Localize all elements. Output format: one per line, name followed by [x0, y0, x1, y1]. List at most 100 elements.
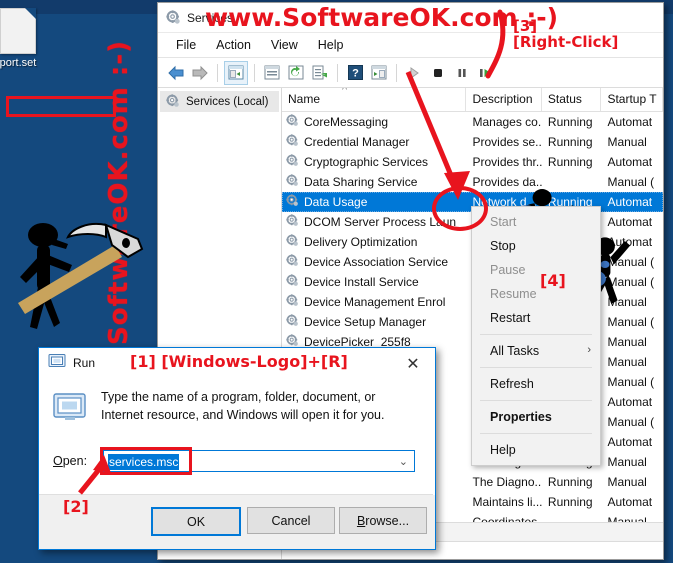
export-list-icon[interactable]	[309, 62, 331, 84]
service-name-label: CoreMessaging	[304, 115, 389, 129]
ok-button[interactable]: OK	[151, 507, 241, 536]
column-header-description[interactable]: Description	[466, 88, 542, 111]
service-startup-cell: Automat	[607, 235, 653, 249]
selected-row-circle-annotation	[432, 186, 488, 231]
service-startup-cell: Automat	[607, 115, 653, 129]
service-name-cell: Device Management Enrol	[282, 294, 466, 310]
chevron-down-icon[interactable]: ⌄	[399, 455, 408, 468]
column-header-status[interactable]: Status	[542, 88, 602, 111]
menu-item-help[interactable]: Help	[308, 36, 354, 54]
service-startup-cell: Manual (	[607, 175, 655, 189]
service-startup-cell: Automat	[607, 155, 653, 169]
menu-item-view[interactable]: View	[261, 36, 308, 54]
service-description-cell: Provides thr...	[472, 155, 542, 169]
help-icon[interactable]: ?	[344, 62, 366, 84]
context-menu-item-refresh[interactable]: Refresh	[472, 372, 600, 396]
service-startup-cell: Manual	[607, 475, 647, 489]
context-menu-item-start: Start	[472, 210, 600, 234]
run-window-icon	[48, 353, 66, 373]
run-dialog: Run ✕ Type the name of a program, folder…	[38, 347, 436, 550]
column-header-name[interactable]: Name ^	[282, 88, 467, 111]
properties-icon[interactable]	[261, 62, 283, 84]
context-menu[interactable]: Start Stop Pause Resume Restart All Tasks › Ref…	[471, 206, 601, 466]
service-status-cell: Running	[547, 495, 593, 509]
restart-service-icon[interactable]	[475, 62, 497, 84]
context-menu-item-properties[interactable]: Properties	[472, 405, 600, 429]
service-status-cell: Running	[547, 155, 593, 169]
table-row[interactable]: CoreMessaging Manages co... Running Automat	[282, 112, 663, 132]
annotation-step-3-number: [3]	[513, 17, 538, 35]
annotation-step-1: [1] [Windows-Logo]+[R]	[130, 352, 348, 371]
toolbar-separator	[396, 63, 397, 82]
service-description-cell: Provides da...	[472, 175, 542, 189]
service-startup-cell: Manual	[607, 455, 647, 469]
table-row[interactable]: Credential Manager Provides se... Running M…	[282, 132, 663, 152]
start-service-icon[interactable]	[403, 62, 425, 84]
service-name-label: Device Association Service	[304, 255, 449, 269]
restart-highlight-box	[6, 96, 116, 117]
watermark-top: www.SoftwareOK.com :-)	[205, 3, 559, 32]
run-large-icon	[53, 392, 87, 427]
menu-item-file[interactable]: File	[166, 36, 206, 54]
service-startup-cell: Automat	[607, 395, 653, 409]
desktop-icon-portset[interactable]: port.set	[0, 8, 48, 69]
service-name-cell: Credential Manager	[282, 134, 466, 150]
refresh-icon[interactable]	[285, 62, 307, 84]
context-menu-item-label: Pause	[490, 263, 526, 277]
service-name-cell: Device Setup Manager	[282, 314, 466, 330]
service-name-label: Cryptographic Services	[304, 155, 429, 169]
toolbar-separator	[337, 63, 338, 82]
svg-text:?: ?	[352, 68, 359, 80]
menu-item-action[interactable]: Action	[206, 36, 261, 54]
run-input-highlight-box	[100, 447, 192, 475]
file-icon	[0, 8, 36, 54]
context-menu-item-resume: Resume	[472, 282, 600, 306]
service-status-cell: Running	[547, 135, 593, 149]
context-menu-item-help[interactable]: Help	[472, 438, 600, 462]
annotation-step-3-text: [Right-Click]	[513, 33, 619, 51]
toolbar: ?	[158, 58, 663, 88]
context-menu-item-restart[interactable]: Restart	[472, 306, 600, 330]
context-menu-item-stop[interactable]: Stop	[472, 234, 600, 258]
list-header: Name ^ Description Status Startup T	[282, 88, 663, 112]
context-menu-item-all-tasks[interactable]: All Tasks ›	[472, 339, 600, 363]
tab-strip[interactable]: ...	[406, 522, 663, 542]
service-name-cell: Data Sharing Service	[282, 174, 466, 190]
service-startup-cell: Automat	[607, 195, 653, 209]
pause-service-icon[interactable]	[451, 62, 473, 84]
show-hide-tree-icon[interactable]	[224, 60, 248, 85]
tree-item-services-local[interactable]: Services (Local)	[160, 91, 279, 112]
service-startup-cell: Manual (	[607, 315, 655, 329]
back-arrow-icon[interactable]	[165, 62, 187, 84]
cancel-button[interactable]: Cancel	[247, 507, 335, 534]
table-row[interactable]: Cryptographic Services Provides thr... Run…	[282, 152, 663, 172]
context-menu-separator	[480, 400, 592, 401]
service-startup-cell: Manual (	[607, 275, 655, 289]
tree-item-label: Services (Local)	[186, 95, 269, 108]
service-status-cell: Running	[547, 115, 593, 129]
service-name-label: Delivery Optimization	[304, 235, 418, 249]
services-gear-icon	[166, 10, 181, 25]
close-icon[interactable]: ✕	[391, 348, 435, 378]
context-menu-item-label: Stop	[490, 239, 516, 253]
desktop-icon-label: port.set	[0, 57, 37, 69]
context-menu-item-label: Properties	[490, 410, 552, 424]
forward-arrow-icon[interactable]	[189, 62, 211, 84]
show-action-pane-icon[interactable]	[368, 62, 390, 84]
service-description-cell: Maintains li...	[472, 495, 542, 509]
service-gear-icon	[286, 194, 299, 210]
service-gear-icon	[286, 114, 299, 130]
service-gear-icon	[286, 174, 299, 190]
context-menu-item-label: Refresh	[490, 377, 534, 391]
context-menu-item-label: Start	[490, 215, 517, 229]
stop-service-icon[interactable]	[427, 62, 449, 84]
column-header-startup-type[interactable]: Startup T	[601, 88, 663, 111]
service-name-cell: Cryptographic Services	[282, 154, 466, 170]
toolbar-separator	[254, 63, 255, 82]
browse-button[interactable]: Browse...	[339, 507, 427, 534]
context-menu-item-label: Resume	[490, 287, 537, 301]
annotation-step-2: [2]	[63, 497, 89, 516]
toolbar-separator	[217, 63, 218, 82]
context-menu-item-pause: Pause	[472, 258, 600, 282]
service-description-cell: Provides se...	[472, 135, 542, 149]
